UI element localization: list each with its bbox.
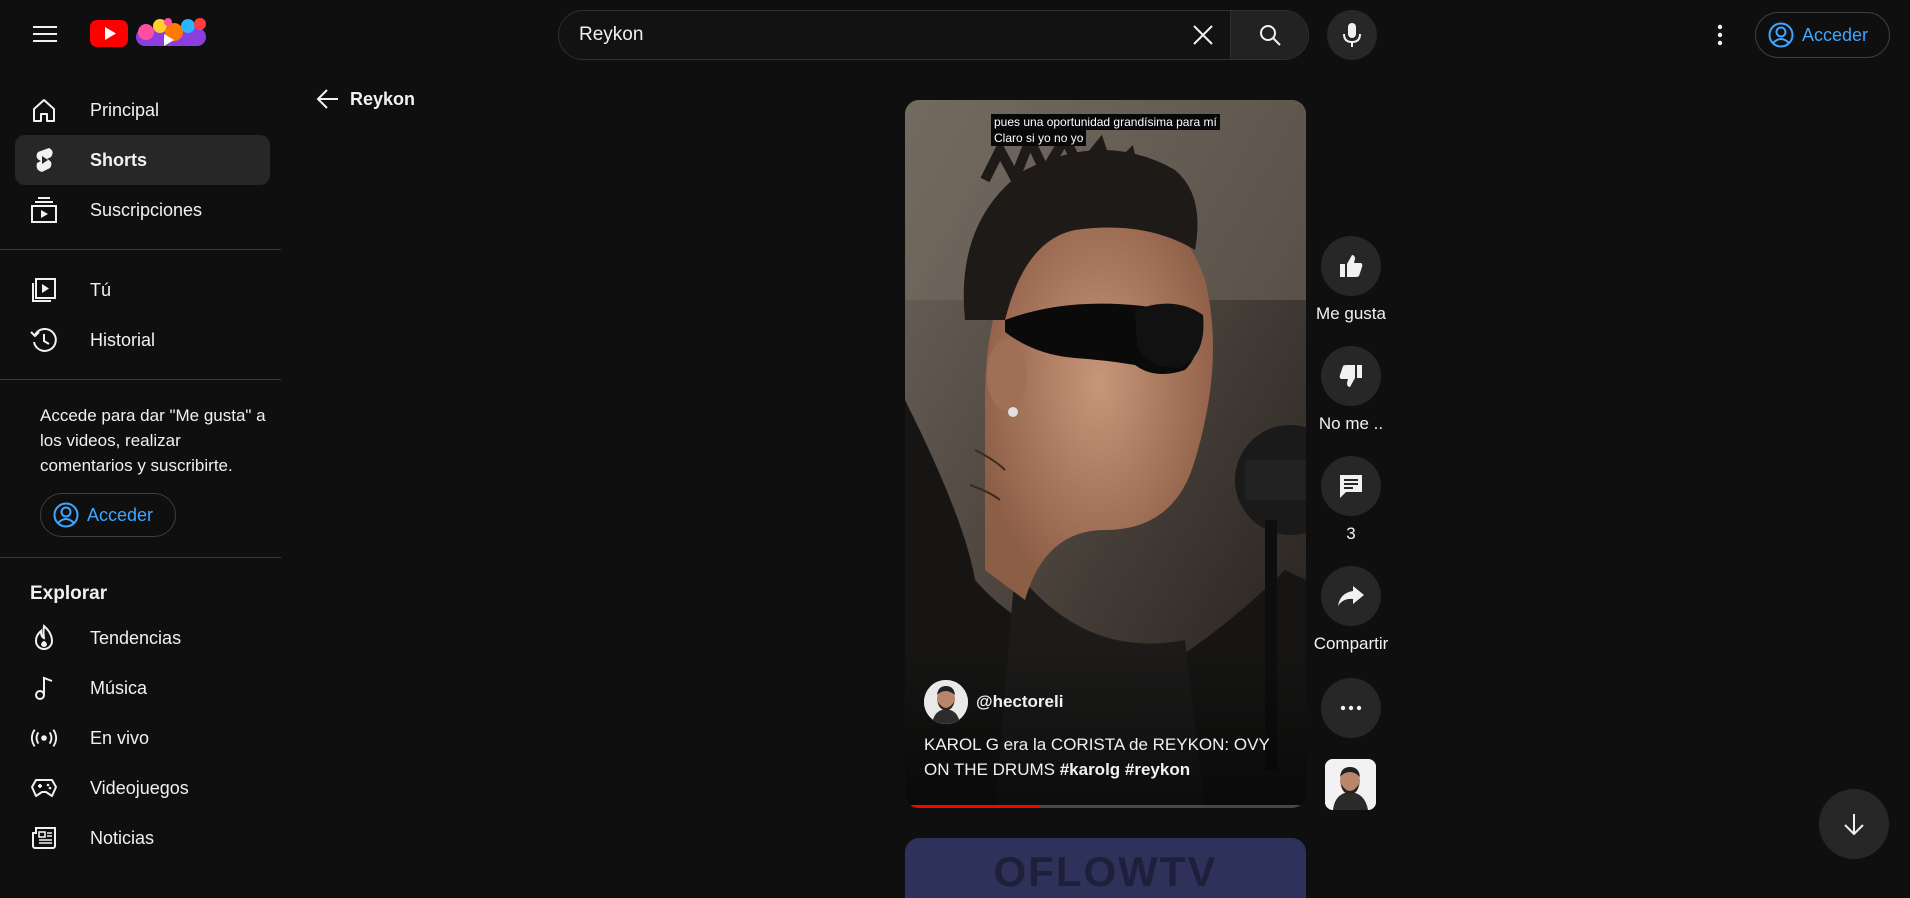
sidebar-item-en-vivo[interactable]: En vivo <box>15 713 270 763</box>
account-icon <box>53 502 79 528</box>
share-action: Compartir <box>1300 566 1402 654</box>
shorts-icon <box>30 146 58 174</box>
playback-progress-bar[interactable] <box>911 805 1300 808</box>
youtube-play-icon <box>90 19 128 47</box>
sidebar-item-shorts[interactable]: Shorts <box>15 135 270 185</box>
search-input[interactable]: Reykon <box>559 11 1176 59</box>
voice-search-button[interactable] <box>1327 10 1377 60</box>
more-options-button[interactable] <box>1321 678 1381 738</box>
home-icon <box>30 96 58 124</box>
clear-search-button[interactable] <box>1176 11 1230 59</box>
video-overlay-gradient <box>905 648 1306 808</box>
microphone-icon <box>1342 22 1362 48</box>
sidebar-item-tu[interactable]: Tú <box>15 265 270 315</box>
sidebar-item-label: Historial <box>90 329 156 350</box>
sidebar-item-musica[interactable]: Música <box>15 663 270 713</box>
share-label: Compartir <box>1313 634 1389 653</box>
settings-menu-button[interactable] <box>1700 15 1740 55</box>
sidebar: Principal Shorts Suscripciones Tú Histor… <box>0 69 281 869</box>
news-icon <box>30 824 58 852</box>
next-short-thumbnail-text: OFLOWTV <box>993 848 1218 895</box>
avatar[interactable] <box>924 680 968 724</box>
sidebar-item-noticias[interactable]: Noticias <box>15 813 270 863</box>
youtube-logo[interactable] <box>90 16 208 50</box>
share-button[interactable] <box>1321 566 1381 626</box>
sidebar-item-suscripciones[interactable]: Suscripciones <box>15 185 270 235</box>
sidebar-item-principal[interactable]: Principal <box>15 85 270 135</box>
sidebar-divider <box>0 379 281 380</box>
you-icon <box>30 276 58 304</box>
search-bar: Reykon <box>558 10 1309 60</box>
like-button[interactable] <box>1321 236 1381 296</box>
sign-in-label: Acceder <box>87 504 154 525</box>
more-horiz-icon <box>1340 705 1362 711</box>
channel-info[interactable]: @hectoreli <box>924 680 1063 724</box>
like-label: Me gusta <box>1316 304 1386 323</box>
share-icon <box>1337 584 1365 608</box>
sidebar-item-label: Videojuegos <box>90 777 189 798</box>
comments-button[interactable] <box>1321 456 1381 516</box>
sidebar-divider <box>0 557 281 558</box>
hamburger-icon <box>33 24 57 44</box>
live-icon <box>30 724 58 752</box>
playback-progress-fill <box>911 805 1040 808</box>
subscriptions-icon <box>30 196 58 224</box>
back-label: Reykon <box>350 88 416 109</box>
close-icon <box>1192 24 1214 46</box>
history-icon <box>30 326 58 354</box>
search-icon <box>1258 23 1282 47</box>
sign-in-label: Acceder <box>1802 24 1869 45</box>
comments-action: 3 <box>1300 456 1402 544</box>
arrow-back-icon <box>316 88 340 110</box>
closed-caption-line: Claro si yo no yo <box>991 130 1087 146</box>
music-icon <box>30 674 58 702</box>
like-action: Me gusta <box>1300 236 1402 324</box>
sidebar-item-label: Suscripciones <box>90 199 203 220</box>
explore-section-title: Explorar <box>30 583 108 604</box>
doodle-icon <box>134 16 208 50</box>
search-button[interactable] <box>1230 11 1308 59</box>
dislike-button[interactable] <box>1321 346 1381 406</box>
sidebar-divider <box>0 249 281 250</box>
comment-icon <box>1338 473 1364 499</box>
next-short-button[interactable] <box>1819 789 1889 859</box>
comments-count: 3 <box>1346 524 1356 543</box>
more-vert-icon <box>1717 24 1723 46</box>
sidebar-sign-in-button[interactable]: Acceder <box>40 493 176 537</box>
sidebar-item-label: Shorts <box>90 149 148 170</box>
back-to-search-link[interactable]: Reykon <box>316 88 415 110</box>
gaming-icon <box>30 774 58 802</box>
account-icon <box>1768 22 1794 48</box>
menu-button[interactable] <box>21 14 69 54</box>
sidebar-item-label: Música <box>90 677 148 698</box>
sidebar-item-label: Tú <box>90 279 112 300</box>
dislike-action: No me .. <box>1300 346 1402 434</box>
masthead: Reykon Acceder <box>0 0 1910 69</box>
thumb-up-icon <box>1338 253 1364 279</box>
closed-caption-line: pues una oportunidad grandísima para mí <box>991 114 1220 130</box>
short-hashtags[interactable]: #karolg #reykon <box>1060 760 1190 779</box>
thumb-down-icon <box>1338 363 1364 389</box>
more-actions <box>1300 678 1402 738</box>
dislike-label: No me .. <box>1318 414 1384 433</box>
sidebar-item-label: Principal <box>90 99 160 120</box>
channel-handle[interactable]: @hectoreli <box>976 692 1063 712</box>
arrow-down-icon <box>1843 812 1865 836</box>
next-short-preview[interactable]: OFLOWTV <box>905 838 1306 898</box>
sound-thumbnail[interactable] <box>1325 759 1376 810</box>
sidebar-item-videojuegos[interactable]: Videojuegos <box>15 763 270 813</box>
sign-in-prompt: Accede para dar "Me gusta" a los videos,… <box>40 406 266 475</box>
sign-in-button[interactable]: Acceder <box>1755 12 1890 58</box>
sidebar-item-historial[interactable]: Historial <box>15 315 270 365</box>
short-title: KAROL G era la CORISTA de REYKON: OVY ON… <box>924 732 1284 782</box>
short-video-player[interactable]: pues una oportunidad grandísima para mí … <box>905 100 1306 808</box>
trending-icon <box>30 624 58 652</box>
sidebar-item-tendencias[interactable]: Tendencias <box>15 613 270 663</box>
sidebar-item-label: En vivo <box>90 727 150 748</box>
sidebar-item-label: Tendencias <box>90 627 182 648</box>
sidebar-item-label: Noticias <box>90 827 155 848</box>
